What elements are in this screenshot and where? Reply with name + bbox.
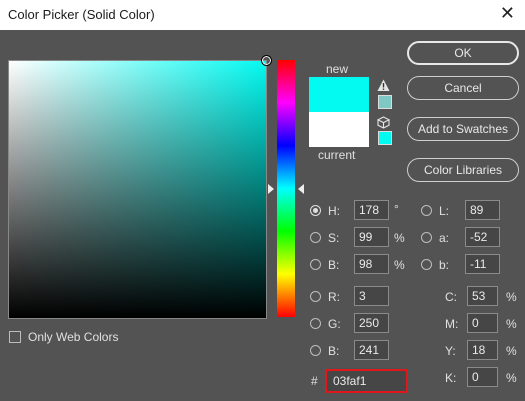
l-input[interactable]: 89 (465, 200, 500, 220)
r-label: R: (328, 290, 340, 304)
k-label: K: (445, 371, 457, 385)
k-unit: % (506, 371, 517, 385)
h-unit: ° (394, 202, 399, 216)
cube-icon[interactable] (376, 116, 391, 132)
a-input[interactable]: -52 (465, 227, 500, 247)
m-input[interactable]: 0 (467, 313, 498, 333)
new-color-label: new (326, 62, 349, 76)
rgb-b-label: B: (328, 344, 340, 358)
ok-button[interactable]: OK (407, 41, 519, 65)
g-input[interactable]: 250 (354, 313, 389, 333)
hue-slider[interactable] (277, 60, 295, 317)
b-label: B: (328, 258, 340, 272)
hue-slider-left-handle[interactable] (268, 184, 274, 194)
web-safe-swatch[interactable] (378, 131, 392, 145)
rgb-b-radio[interactable] (310, 345, 321, 356)
new-color-swatch (309, 77, 369, 112)
l-radio[interactable] (421, 205, 432, 216)
only-web-colors-checkbox[interactable] (9, 331, 21, 343)
b-input[interactable]: 98 (354, 254, 389, 274)
g-radio[interactable] (310, 318, 321, 329)
color-field-marker[interactable] (261, 55, 272, 66)
h-input[interactable]: 178 (354, 200, 389, 220)
lab-b-radio[interactable] (421, 259, 432, 270)
close-icon[interactable]: ✕ (500, 3, 515, 24)
lab-b-input[interactable]: -11 (465, 254, 500, 274)
a-label: a: (439, 231, 450, 245)
hex-label: # (311, 374, 318, 388)
title-bar: Color Picker (Solid Color) ✕ (0, 0, 525, 30)
s-label: S: (328, 231, 340, 245)
y-input[interactable]: 18 (467, 340, 498, 360)
gamut-warning-swatch[interactable] (378, 95, 392, 109)
cancel-button[interactable]: Cancel (407, 76, 519, 100)
r-input[interactable]: 3 (354, 286, 389, 306)
k-input[interactable]: 0 (467, 367, 498, 387)
l-label: L: (439, 204, 450, 218)
only-web-colors-label[interactable]: Only Web Colors (28, 330, 118, 344)
lab-b-label: b: (439, 258, 450, 272)
g-label: G: (328, 317, 341, 331)
s-unit: % (394, 231, 405, 245)
s-radio[interactable] (310, 232, 321, 243)
c-input[interactable]: 53 (467, 286, 498, 306)
y-unit: % (506, 344, 517, 358)
current-color-label: current (318, 148, 356, 162)
add-to-swatches-button[interactable]: Add to Swatches (407, 117, 519, 141)
c-unit: % (506, 290, 517, 304)
window-title: Color Picker (Solid Color) (8, 7, 155, 22)
y-label: Y: (445, 344, 456, 358)
h-label: H: (328, 204, 340, 218)
hex-input[interactable]: 03faf1 (325, 369, 408, 393)
m-label: M: (445, 317, 459, 331)
b-unit: % (394, 258, 405, 272)
h-radio[interactable] (310, 205, 321, 216)
rgb-b-input[interactable]: 241 (354, 340, 389, 360)
current-color-swatch[interactable] (309, 112, 369, 147)
color-field[interactable] (8, 55, 272, 319)
color-libraries-button[interactable]: Color Libraries (407, 158, 519, 182)
c-label: C: (445, 290, 457, 304)
hue-slider-right-handle[interactable] (298, 184, 304, 194)
r-radio[interactable] (310, 291, 321, 302)
m-unit: % (506, 317, 517, 331)
a-radio[interactable] (421, 232, 432, 243)
b-radio[interactable] (310, 259, 321, 270)
warning-icon[interactable] (377, 79, 390, 95)
s-input[interactable]: 99 (354, 227, 389, 247)
